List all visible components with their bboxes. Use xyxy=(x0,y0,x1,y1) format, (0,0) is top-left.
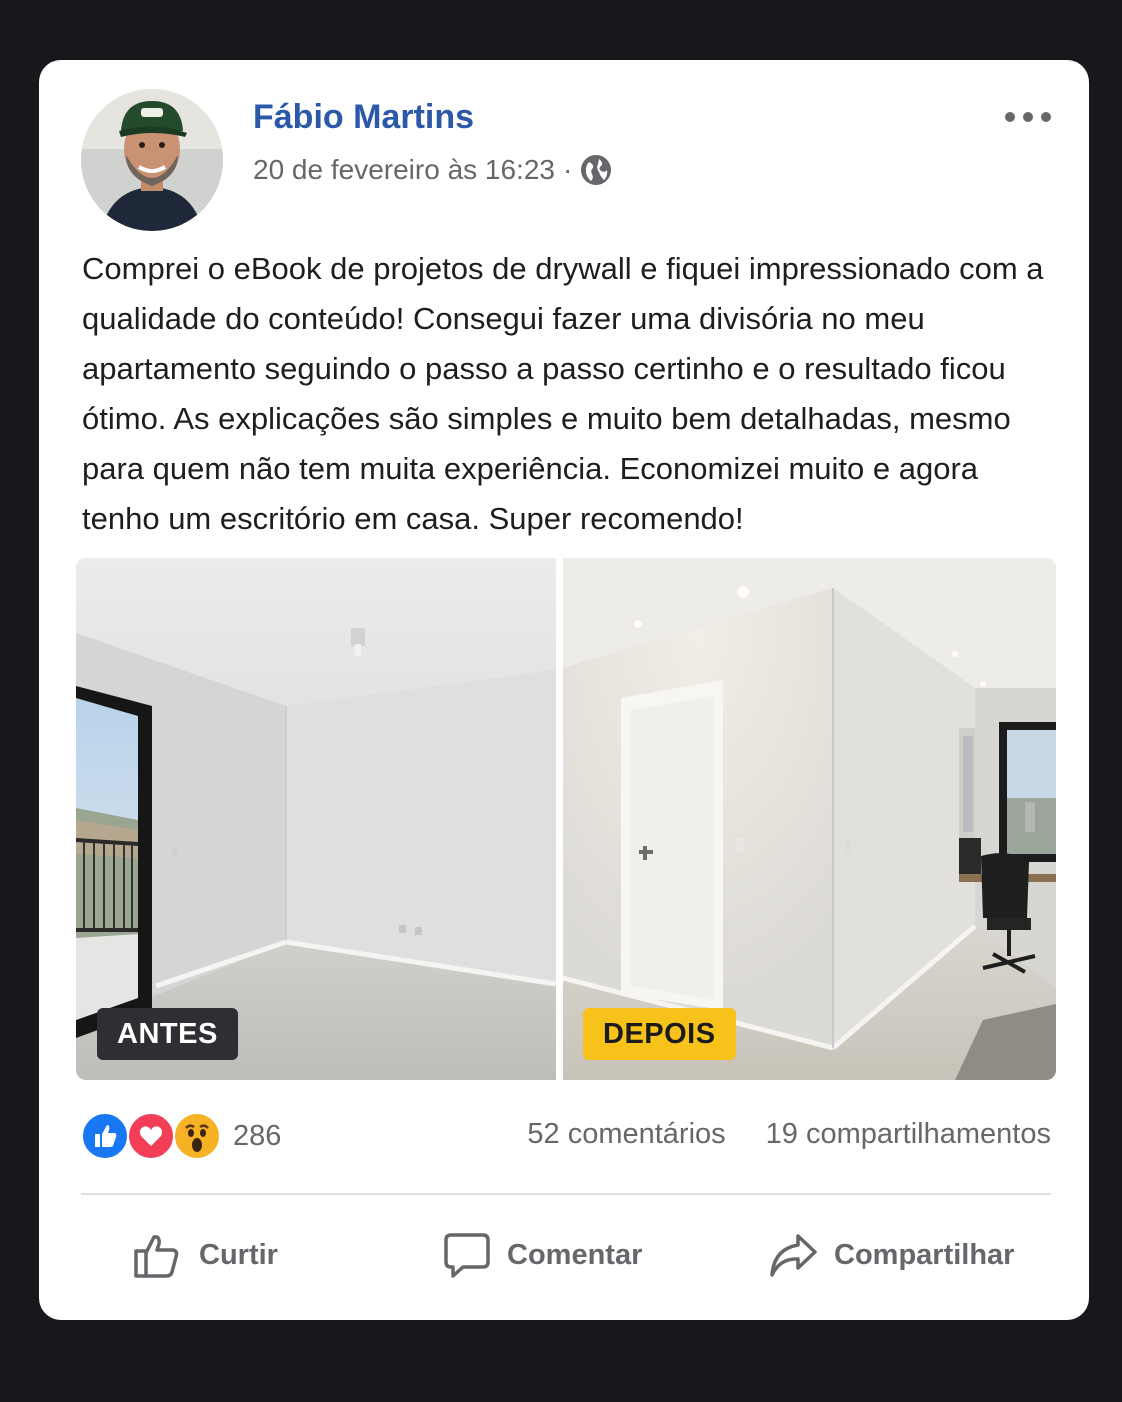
wow-reaction-icon xyxy=(173,1112,221,1160)
post-meta: 20 de fevereiro às 16:23 · xyxy=(253,154,612,186)
before-tag: ANTES xyxy=(97,1008,238,1060)
post-timestamp[interactable]: 20 de fevereiro às 16:23 xyxy=(253,154,555,186)
action-bar: Curtir Comentar Compartilhar xyxy=(39,1220,1089,1290)
comments-count[interactable]: 52 comentários xyxy=(527,1118,725,1151)
reactions-count: 286 xyxy=(233,1119,282,1152)
reactions-summary[interactable]: 286 xyxy=(81,1112,281,1160)
comment-button[interactable]: Comentar xyxy=(443,1220,642,1290)
like-label: Curtir xyxy=(199,1238,278,1271)
post-card: Fábio Martins 20 de fevereiro às 16:23 ·… xyxy=(39,60,1089,1320)
avatar[interactable] xyxy=(81,89,223,231)
share-button[interactable]: Compartilhar xyxy=(768,1220,1014,1290)
divider xyxy=(81,1193,1051,1195)
like-button[interactable]: Curtir xyxy=(131,1220,278,1290)
post-text: Comprei o eBook de projetos de drywall e… xyxy=(82,251,1044,536)
post-stats: 52 comentários 19 compartilhamentos xyxy=(527,1118,1051,1151)
like-reaction-icon xyxy=(81,1112,129,1160)
shares-count[interactable]: 19 compartilhamentos xyxy=(766,1118,1051,1151)
globe-icon xyxy=(580,154,612,186)
share-label: Compartilhar xyxy=(834,1238,1015,1271)
photo-before[interactable]: ANTES xyxy=(76,558,556,1080)
comment-icon xyxy=(444,1233,490,1278)
photo-after[interactable]: DEPOIS xyxy=(563,558,1056,1080)
author-name[interactable]: Fábio Martins xyxy=(253,98,474,137)
more-options-icon[interactable] xyxy=(1005,102,1051,132)
meta-separator: · xyxy=(562,154,573,185)
love-reaction-icon xyxy=(127,1112,175,1160)
after-tag: DEPOIS xyxy=(583,1008,736,1060)
comment-label: Comentar xyxy=(507,1238,643,1271)
share-arrow-icon xyxy=(770,1234,817,1277)
thumbs-up-icon xyxy=(134,1235,179,1278)
